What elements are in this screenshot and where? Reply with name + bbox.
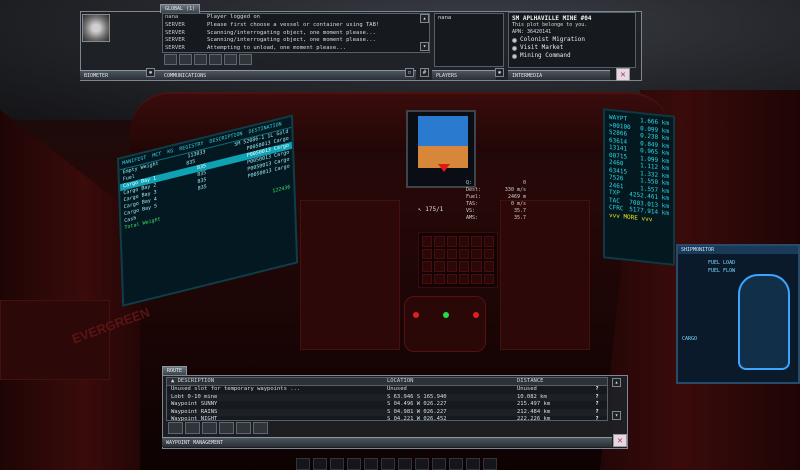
communications-minimize-button[interactable]: ▫ bbox=[405, 68, 414, 77]
manifest-col-mct: MCT bbox=[152, 151, 162, 160]
table-row[interactable]: Waypoint RAINS S 04.981 W 026.227 212.484 … bbox=[167, 408, 607, 417]
status-led-red bbox=[413, 312, 419, 318]
dock-slot[interactable] bbox=[415, 458, 429, 470]
emote-icon[interactable] bbox=[164, 54, 177, 65]
communications-log[interactable]: nana Player logged on SERVER Please first … bbox=[162, 13, 430, 53]
center-left-console bbox=[300, 200, 400, 350]
import-waypoint-icon[interactable] bbox=[236, 422, 251, 434]
manifest-col-kg: KG bbox=[167, 148, 174, 156]
route-toolbar bbox=[166, 421, 286, 435]
edit-waypoint-icon[interactable] bbox=[185, 422, 200, 434]
biometer-portrait-icon bbox=[82, 14, 110, 42]
col-distance[interactable]: DISTANCE bbox=[517, 378, 589, 385]
dock-slot[interactable] bbox=[381, 458, 395, 470]
emote-icon[interactable] bbox=[239, 54, 252, 65]
players-footer: PLAYERS bbox=[432, 70, 496, 80]
waypoint-table: ▲ DESCRIPTION LOCATION DISTANCE Unused s… bbox=[166, 377, 608, 423]
radio-icon bbox=[512, 45, 517, 51]
tab-route[interactable]: ROUTE bbox=[162, 366, 188, 375]
ship-schematic-icon bbox=[738, 274, 790, 370]
scroll-down-button[interactable]: ▾ bbox=[420, 42, 429, 51]
communications-toolbar bbox=[162, 53, 432, 66]
attitude-indicator bbox=[406, 110, 476, 188]
waypoint-distance-screen: WAYPT 1.666 km >00100 0.099 km 52866 0.238 … bbox=[603, 108, 675, 266]
player-item[interactable]: nana bbox=[435, 14, 503, 22]
fuel-load-label: FUEL LOAD bbox=[708, 260, 736, 266]
route-footer: WAYPOINT MANAGEMENT bbox=[162, 437, 612, 447]
list-item: SERVER Attempting to unload, one moment p… bbox=[165, 45, 347, 52]
emote-icon[interactable] bbox=[209, 54, 222, 65]
tab-global[interactable]: GLOBAL (1) bbox=[160, 4, 201, 13]
intermedia-footer: INTERMEDIA bbox=[508, 70, 610, 80]
dock-slot[interactable] bbox=[364, 458, 378, 470]
help-icon[interactable]: ? bbox=[589, 394, 605, 401]
table-row[interactable]: Lobt 0-10 mine S 63.946 S 165.940 10.082 k… bbox=[167, 393, 607, 402]
scroll-up-button[interactable]: ▴ bbox=[420, 14, 429, 23]
location-title: SM APLHAVILLE MINE #04 bbox=[512, 15, 592, 22]
export-waypoint-icon[interactable] bbox=[253, 422, 268, 434]
apn-text: APN: 36420141 bbox=[512, 29, 552, 35]
option-colonist-migration[interactable]: Colonist Migration bbox=[512, 36, 632, 44]
emote-icon[interactable] bbox=[224, 54, 237, 65]
dock-slot[interactable] bbox=[483, 458, 497, 470]
option-visit-market[interactable]: Visit Market bbox=[512, 44, 632, 52]
help-icon[interactable]: ? bbox=[589, 401, 605, 408]
radio-icon bbox=[512, 53, 517, 59]
option-mining-command[interactable]: Mining Command bbox=[512, 52, 632, 60]
cargo-label: CARGO bbox=[682, 336, 698, 342]
list-item: nana Player logged on bbox=[165, 14, 260, 20]
dock-slot[interactable] bbox=[330, 458, 344, 470]
ship-monitor: SHIPMONITOR FUEL LOAD FUEL FLOW CARGO bbox=[676, 244, 800, 384]
table-row[interactable]: Unused slot for temporary waypoints ... U… bbox=[167, 386, 607, 393]
close-icon[interactable]: ✕ bbox=[616, 68, 630, 81]
table-row[interactable]: Waypoint SUNNY S 04.496 W 026.227 215.497 … bbox=[167, 401, 607, 408]
dock-slot[interactable] bbox=[347, 458, 361, 470]
emote-icon[interactable] bbox=[194, 54, 207, 65]
dock-slot[interactable] bbox=[398, 458, 412, 470]
players-toggle-button[interactable]: ▪ bbox=[495, 68, 504, 77]
col-location[interactable]: LOCATION bbox=[387, 378, 517, 385]
fuel-flow-label: FUEL FLOW bbox=[708, 268, 736, 274]
center-right-console bbox=[500, 200, 590, 350]
bottom-dock bbox=[296, 458, 536, 470]
communications-footer: COMMUNICATIONS bbox=[160, 70, 416, 80]
players-list[interactable]: nana bbox=[434, 13, 504, 67]
flight-readouts: Q: 0 Dest: 330 m/s Fuel: 2469 m TAS: 0 m/s V… bbox=[466, 180, 526, 221]
status-led-red bbox=[473, 312, 479, 318]
dock-slot[interactable] bbox=[449, 458, 463, 470]
route-scroll-down-button[interactable]: ▾ bbox=[612, 411, 621, 420]
ship-monitor-title: SHIPMONITOR bbox=[678, 246, 798, 254]
dock-slot[interactable] bbox=[432, 458, 446, 470]
list-item: SERVER Please first choose a vessel or co… bbox=[165, 21, 380, 28]
table-header: ▲ DESCRIPTION LOCATION DISTANCE bbox=[167, 378, 607, 387]
close-icon[interactable]: ✕ bbox=[613, 434, 627, 447]
ownership-text: This plot belonge to you. bbox=[512, 22, 588, 28]
dock-slot[interactable] bbox=[466, 458, 480, 470]
attitude-sky bbox=[418, 116, 468, 146]
status-led-green bbox=[443, 312, 449, 318]
delete-waypoint-icon[interactable] bbox=[202, 422, 217, 434]
route-scroll-up-button[interactable]: ▴ bbox=[612, 378, 621, 387]
emote-icon[interactable] bbox=[179, 54, 192, 65]
copy-waypoint-icon[interactable] bbox=[219, 422, 234, 434]
list-item: SERVER Scanning/interrogating object, one… bbox=[165, 37, 376, 44]
dock-slot[interactable] bbox=[296, 458, 310, 470]
add-waypoint-icon[interactable] bbox=[168, 422, 183, 434]
biometer-toggle-button[interactable]: ▪ bbox=[146, 68, 155, 77]
help-icon[interactable]: ? bbox=[589, 416, 605, 423]
dock-slot[interactable] bbox=[313, 458, 327, 470]
help-icon[interactable]: ? bbox=[589, 409, 605, 416]
col-description[interactable]: ▲ DESCRIPTION bbox=[167, 378, 387, 385]
communications-grid-button[interactable]: # bbox=[420, 68, 429, 77]
intermedia-panel: SM APLHAVILLE MINE #04 This plot belonge… bbox=[508, 12, 636, 68]
list-item: SERVER Scanning/interrogating object, one… bbox=[165, 29, 376, 36]
radio-icon bbox=[512, 37, 517, 43]
heading-readout: ↖ 175/1 bbox=[418, 206, 444, 213]
control-keypad[interactable] bbox=[418, 232, 498, 288]
help-icon[interactable]: ? bbox=[589, 386, 605, 393]
attitude-marker-icon bbox=[438, 164, 450, 172]
left-console bbox=[0, 300, 110, 380]
flight-control-yoke[interactable] bbox=[404, 296, 486, 352]
